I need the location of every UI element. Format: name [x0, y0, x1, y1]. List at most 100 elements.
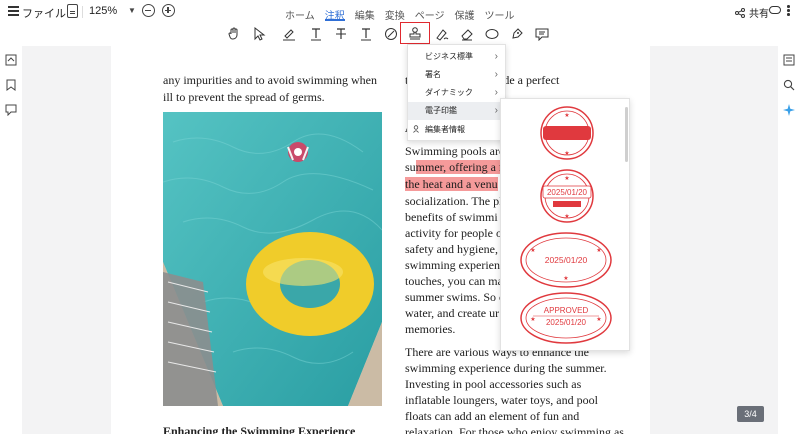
document-icon[interactable] — [67, 4, 78, 18]
right-paragraph-line: floats can add an element of fun and — [405, 409, 580, 423]
right-paragraph-line: summer swims. So c — [405, 290, 505, 304]
svg-text:★: ★ — [564, 150, 569, 157]
top-menu-bar: ファイル 125% ▼ ホーム 注釈 編集 変換 ページ 保護 ツール 共有 — [0, 0, 800, 24]
seal-date-text: 2025/01/20 — [547, 188, 588, 197]
seal-stamp-blank[interactable]: ★ ★ — [539, 105, 595, 161]
stamp-category-menu: ビジネス標準 › 署名 › ダイナミック › 電子印鑑 › 編集者情報 — [407, 44, 507, 141]
cloud-icon[interactable] — [769, 6, 781, 14]
electronic-seal-panel: ★ ★ 2025/01/20 ★ ★ 2025/01/20 ★ ★ ★ APPR… — [500, 98, 630, 351]
right-paragraph-line: activity for people o — [405, 226, 502, 240]
menu-item-editor-info[interactable]: 編集者情報 — [408, 121, 507, 139]
left-sidebar — [0, 46, 22, 434]
search-icon[interactable] — [783, 79, 795, 91]
ellipse-shape-icon[interactable] — [482, 24, 502, 44]
right-paragraph-line: water, and create ur — [405, 306, 500, 320]
bookmark-icon[interactable] — [5, 79, 17, 91]
share-button[interactable]: 共有 — [735, 5, 769, 20]
menu-item-label: 署名 — [425, 70, 441, 79]
right-sidebar — [778, 46, 800, 434]
right-paragraph-line: Investing in pool accessories such as — [405, 377, 582, 391]
strikethrough-icon[interactable] — [331, 24, 351, 44]
right-paragraph-line: inflatable loungers, water toys, and poo… — [405, 393, 598, 407]
menu-item-label: ダイナミック — [425, 88, 473, 97]
hamburger-menu-icon[interactable] — [8, 6, 19, 16]
chevron-right-icon: › — [494, 87, 498, 98]
svg-text:★: ★ — [530, 247, 535, 254]
svg-text:★: ★ — [596, 247, 601, 254]
right-paragraph-line: socialization. The pl — [405, 194, 503, 208]
underline-text-icon[interactable] — [306, 24, 326, 44]
menu-item-label: ビジネス標準 — [425, 52, 473, 61]
zoom-level[interactable]: 125% — [89, 5, 117, 17]
svg-text:★: ★ — [564, 175, 569, 182]
menu-item-signature[interactable]: 署名 › — [408, 66, 507, 84]
svg-text:★: ★ — [564, 213, 569, 220]
tab-protect[interactable]: 保護 — [450, 0, 480, 24]
tab-annotate[interactable]: 注釈 — [320, 0, 350, 24]
section-heading: Enhancing the Swimming Experience — [163, 424, 356, 434]
menu-item-label: 編集者情報 — [425, 125, 465, 134]
approved-text: APPROVED — [544, 306, 589, 315]
text-box-icon[interactable] — [356, 24, 376, 44]
highlighted-text[interactable]: the heat and a venu — [405, 177, 498, 191]
chevron-right-icon: › — [494, 105, 498, 116]
highlighted-text[interactable]: mmer, offering a r — [415, 160, 503, 174]
tab-page[interactable]: ページ — [410, 0, 450, 24]
menu-item-business-standard[interactable]: ビジネス標準 › — [408, 48, 507, 66]
approved-stamp[interactable]: APPROVED 2025/01/20 ★ ★ — [519, 291, 613, 345]
ribbon-tabs: ホーム 注釈 編集 変換 ページ 保護 ツール — [280, 0, 520, 24]
left-paragraph-line: ill to prevent the spread of germs. — [163, 90, 325, 104]
select-cursor-icon[interactable] — [249, 24, 269, 44]
chevron-right-icon: › — [494, 69, 498, 80]
right-paragraph-line: summer, offering a r — [405, 160, 503, 174]
page-indicator: 3/4 — [737, 406, 764, 422]
stamp-tool-icon[interactable] — [400, 22, 430, 44]
tab-convert[interactable]: 変換 — [380, 0, 410, 24]
edit-user-icon — [413, 125, 419, 133]
right-paragraph-line: relaxation. For those who enjoy swimming… — [405, 425, 624, 434]
seal-date-text: 2025/01/20 — [545, 255, 588, 265]
right-paragraph-line: memories. — [405, 322, 456, 336]
share-icon — [735, 7, 745, 18]
tab-home[interactable]: ホーム — [280, 0, 320, 24]
right-paragraph-line: swimming experien — [405, 258, 500, 272]
svg-text:★: ★ — [564, 112, 569, 119]
file-menu[interactable]: ファイル — [22, 5, 66, 21]
signature-icon[interactable] — [507, 24, 527, 44]
sticky-note-icon[interactable] — [381, 24, 401, 44]
properties-icon[interactable] — [783, 54, 795, 66]
pool-photo — [163, 112, 382, 406]
svg-text:★: ★ — [596, 316, 601, 323]
svg-text:★: ★ — [563, 275, 568, 282]
highlight-icon[interactable] — [279, 24, 299, 44]
oval-stamp-date[interactable]: 2025/01/20 ★ ★ ★ — [519, 231, 613, 289]
left-paragraph-line: any impurities and to avoid swimming whe… — [163, 73, 377, 87]
tab-tools[interactable]: ツール — [480, 0, 520, 24]
eraser-icon[interactable] — [457, 24, 477, 44]
comment-panel-icon[interactable] — [5, 104, 17, 116]
ai-assistant-icon[interactable] — [783, 104, 795, 116]
right-paragraph-line: touches, you can ma — [405, 274, 503, 288]
right-paragraph-line: swimming experience during the summer. — [405, 361, 607, 375]
pen-draw-icon[interactable] — [432, 24, 452, 44]
right-paragraph-line: Swimming pools are — [405, 144, 505, 158]
zoom-dropdown-icon[interactable]: ▼ — [128, 6, 136, 15]
menu-item-electronic-seal[interactable]: 電子印鑑 › — [408, 102, 507, 120]
more-options-icon[interactable] — [787, 5, 790, 17]
seal-date-text: 2025/01/20 — [546, 318, 587, 327]
hand-tool-icon[interactable] — [224, 24, 244, 44]
seal-stamp-date[interactable]: 2025/01/20 ★ ★ — [539, 168, 595, 224]
menu-item-label: 電子印鑑 — [425, 106, 457, 115]
right-paragraph-line: benefits of swimmi — [405, 210, 498, 224]
right-paragraph-line: safety and hygiene, — [405, 242, 498, 256]
chevron-right-icon: › — [494, 51, 498, 62]
zoom-out-icon[interactable] — [142, 4, 155, 17]
tab-edit[interactable]: 編集 — [350, 0, 380, 24]
thumbnail-icon[interactable] — [5, 54, 17, 66]
comment-icon[interactable] — [532, 24, 552, 44]
annotation-toolbar — [0, 22, 800, 46]
panel-scrollbar[interactable] — [625, 107, 628, 162]
svg-text:★: ★ — [530, 316, 535, 323]
menu-item-dynamic[interactable]: ダイナミック › — [408, 84, 507, 102]
zoom-in-icon[interactable] — [162, 4, 175, 17]
